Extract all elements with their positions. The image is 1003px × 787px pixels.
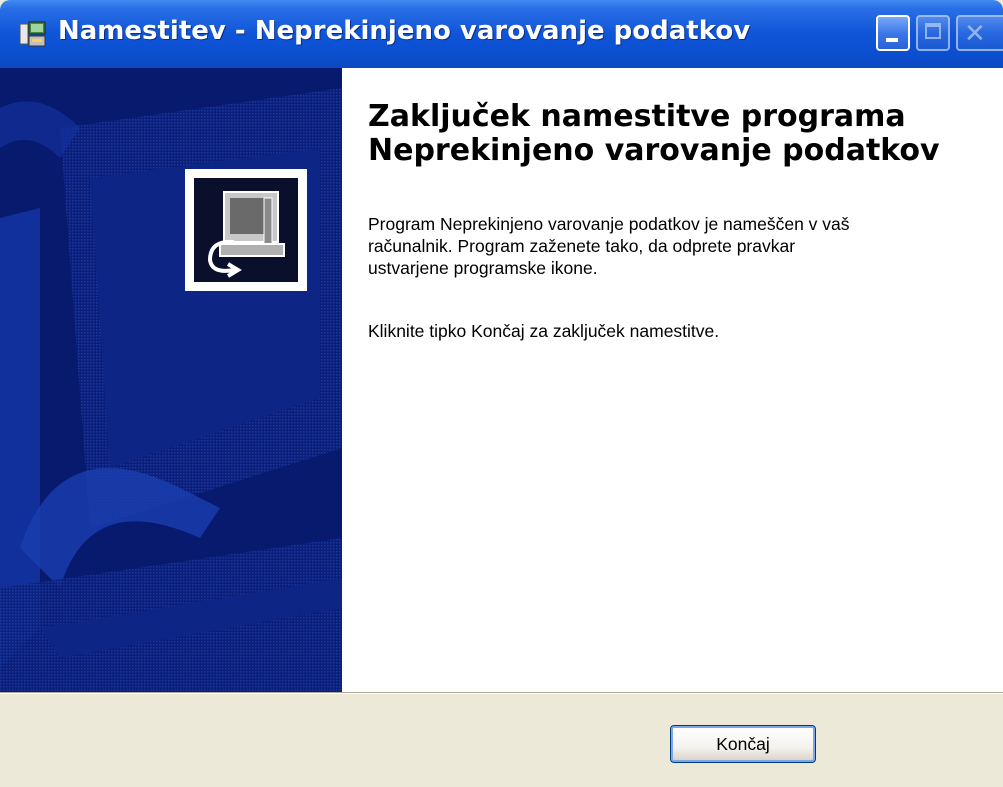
close-icon: ✕ [964,19,986,49]
wizard-side-image [0,68,342,692]
computer-setup-icon [194,178,298,282]
installer-window: Namestitev - Neprekinjeno varovanje poda… [0,0,1003,787]
installer-icon [19,21,46,47]
body-line-2: računalnik. Program zaženete tako, da od… [368,236,796,256]
close-button[interactable]: ✕ [956,15,1003,51]
maximize-button[interactable] [916,15,950,51]
wizard-side-artwork [0,68,342,692]
heading-line-2: Neprekinjeno varovanje podatkov [368,133,940,168]
title-bar[interactable]: Namestitev - Neprekinjeno varovanje poda… [0,0,1003,68]
maximize-icon [925,23,941,39]
minimize-icon [886,38,898,42]
heading-line-1: Zaključek namestitve programa [368,99,906,134]
minimize-button[interactable] [876,15,910,51]
body-line-1: Program Neprekinjeno varovanje podatkov … [368,214,850,234]
page-title: Zaključek namestitve programa Neprekinje… [368,100,998,168]
window-title: Namestitev - Neprekinjeno varovanje poda… [58,16,751,46]
finish-instruction: Kliknite tipko Končaj za zaključek names… [368,321,720,341]
body-line-3: ustvarjene programske ikone. [368,258,598,278]
completion-message: Program Neprekinjeno varovanje podatkov … [368,213,988,279]
button-bar: Končaj [0,694,1003,787]
setup-logo-frame [185,169,307,291]
wizard-content: Zaključek namestitve programa Neprekinje… [342,68,1003,692]
finish-button[interactable]: Končaj [670,725,816,763]
